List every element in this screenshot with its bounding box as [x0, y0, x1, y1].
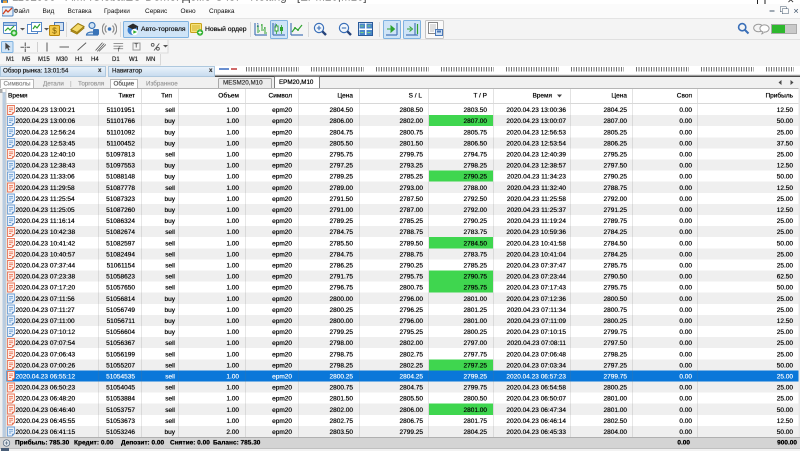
- svg-text:1: 1: [274, 24, 277, 30]
- svg-text:$: $: [52, 27, 57, 36]
- svg-text:1: 1: [257, 23, 260, 29]
